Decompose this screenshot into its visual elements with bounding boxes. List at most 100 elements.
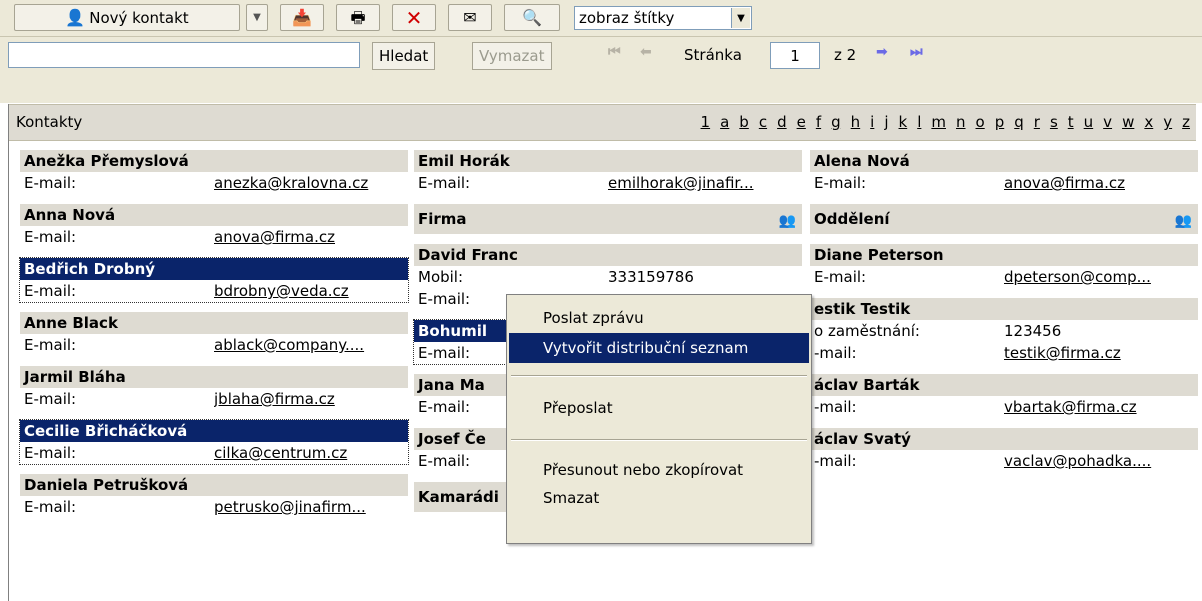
print-icon: 🖶	[350, 7, 366, 27]
contact-name[interactable]: estik Testik	[810, 298, 1198, 320]
letter-link[interactable]: j	[884, 113, 888, 131]
delete-button[interactable]: ✕	[392, 4, 436, 31]
letter-link[interactable]: v	[1103, 113, 1112, 131]
contact-card[interactable]: Daniela Petrušková E-mail: petrusko@jinaf…	[20, 474, 408, 518]
contact-name[interactable]: Alena Nová	[810, 150, 1198, 172]
contact-card[interactable]: estik Testik o zaměstnání: 123456 -mail: t…	[810, 298, 1198, 364]
letter-link[interactable]: b	[739, 113, 749, 131]
letter-link[interactable]: x	[1144, 113, 1153, 131]
group-header[interactable]: Oddělení 👥	[810, 204, 1198, 234]
labels-select[interactable]: zobraz štítky ▼	[574, 6, 752, 30]
letter-link[interactable]: m	[931, 113, 946, 131]
field-label: E-mail:	[814, 174, 867, 192]
new-contact-button[interactable]: 👤 Nový kontakt	[14, 4, 240, 31]
letter-link[interactable]: r	[1034, 113, 1040, 131]
email-link[interactable]: bdrobny@veda.cz	[214, 280, 408, 302]
email-link[interactable]: anova@firma.cz	[1004, 172, 1198, 194]
email-link[interactable]: vbartak@firma.cz	[1004, 396, 1198, 418]
email-link[interactable]: jblaha@firma.cz	[214, 388, 408, 410]
clear-button[interactable]: Vymazat	[472, 42, 552, 70]
last-page-icon[interactable]: ⏭	[910, 44, 923, 60]
contact-name[interactable]: áclav Svatý	[810, 428, 1198, 450]
field-label: o zaměstnání:	[814, 322, 920, 340]
contact-name[interactable]: David Franc	[414, 244, 802, 266]
letter-link[interactable]: u	[1084, 113, 1094, 131]
menu-item-move-or-copy[interactable]: Přesunout nebo zkopírovat	[509, 455, 809, 485]
contact-name[interactable]: Bedřich Drobný	[20, 258, 408, 280]
contact-name[interactable]: Jarmil Bláha	[20, 366, 408, 388]
contact-name[interactable]: Cecilie Břicháčková	[20, 420, 408, 442]
contact-name[interactable]: Daniela Petrušková	[20, 474, 408, 496]
letter-link[interactable]: s	[1050, 113, 1058, 131]
contact-card[interactable]: Anežka Přemyslová E-mail: anezka@kralovna…	[20, 150, 408, 194]
field-label: E-mail:	[418, 174, 471, 192]
contact-card-selected[interactable]: Cecilie Břicháčková E-mail: cilka@centrum…	[19, 419, 409, 465]
contacts-header: Kontakty 1 a b c d e f g h i j k l m n o…	[8, 104, 1196, 141]
menu-item-send-message[interactable]: Poslat zprávu	[509, 303, 809, 333]
letter-link[interactable]: c	[759, 113, 767, 131]
contact-card[interactable]: Alena Nová E-mail: anova@firma.cz	[810, 150, 1198, 194]
letter-link[interactable]: o	[976, 113, 985, 131]
letter-link[interactable]: w	[1122, 113, 1134, 131]
contact-card[interactable]: Anne Black E-mail: ablack@company....	[20, 312, 408, 356]
letter-link[interactable]: y	[1163, 113, 1172, 131]
page-number-input[interactable]	[770, 42, 820, 69]
menu-item-create-distribution-list[interactable]: Vytvořit distribuční seznam	[509, 333, 809, 363]
letter-link[interactable]: 1	[701, 113, 711, 131]
email-link[interactable]: anova@firma.cz	[214, 226, 408, 248]
next-page-icon[interactable]: ➡	[876, 44, 888, 60]
letter-link[interactable]: k	[899, 113, 908, 131]
contact-card[interactable]: Diane Peterson E-mail: dpeterson@comp...	[810, 244, 1198, 288]
previous-page-icon[interactable]: ⬅	[640, 44, 652, 60]
new-contact-dropdown[interactable]: ▼	[246, 4, 268, 31]
search-input[interactable]	[8, 42, 360, 68]
first-page-icon[interactable]: ⏮	[608, 44, 621, 60]
contact-name[interactable]: Diane Peterson	[810, 244, 1198, 266]
contact-name[interactable]: Anna Nová	[20, 204, 408, 226]
group-header[interactable]: Firma 👥	[414, 204, 802, 234]
letter-link[interactable]: t	[1068, 113, 1074, 131]
letter-link[interactable]: q	[1014, 113, 1024, 131]
letter-link[interactable]: h	[851, 113, 861, 131]
letter-link[interactable]: n	[956, 113, 966, 131]
contact-name[interactable]: áclav Barták	[810, 374, 1198, 396]
letter-link[interactable]: e	[797, 113, 806, 131]
letter-link[interactable]: i	[870, 113, 874, 131]
letter-link[interactable]: l	[917, 113, 921, 131]
letter-link[interactable]: a	[720, 113, 729, 131]
contact-card[interactable]: áclav Svatý -mail: vaclav@pohadka....	[810, 428, 1198, 472]
print-button[interactable]: 🖶	[336, 4, 380, 31]
field-label: -mail:	[814, 344, 857, 362]
letter-link[interactable]: z	[1182, 113, 1190, 131]
import-button[interactable]: 📥	[280, 4, 324, 31]
search-button[interactable]: Hledat	[372, 42, 436, 70]
email-link[interactable]: anezka@kralovna.cz	[214, 172, 408, 194]
email-link[interactable]: vaclav@pohadka....	[1004, 450, 1198, 472]
menu-item-forward[interactable]: Přeposlat	[509, 393, 809, 423]
email-link[interactable]: ablack@company....	[214, 334, 408, 356]
letter-link[interactable]: p	[995, 113, 1005, 131]
email-link[interactable]: emilhorak@jinafir...	[608, 172, 802, 194]
contact-group-icon[interactable]: 👥	[1175, 206, 1192, 236]
contact-card-selected[interactable]: Bedřich Drobný E-mail: bdrobny@veda.cz	[19, 257, 409, 303]
contact-name[interactable]: Emil Horák	[414, 150, 802, 172]
contact-name[interactable]: Anežka Přemyslová	[20, 150, 408, 172]
menu-item-delete[interactable]: Smazat	[509, 483, 809, 513]
email-link[interactable]: cilka@centrum.cz	[214, 442, 408, 464]
email-link[interactable]: dpeterson@comp...	[1004, 266, 1198, 288]
email-button[interactable]: ✉	[448, 4, 492, 31]
find-button[interactable]: 🔍	[504, 4, 560, 31]
contact-group-icon[interactable]: 👥	[779, 206, 796, 236]
contact-card[interactable]: Emil Horák E-mail: emilhorak@jinafir...	[414, 150, 802, 194]
contact-card[interactable]: Jarmil Bláha E-mail: jblaha@firma.cz	[20, 366, 408, 410]
field-label: E-mail:	[24, 282, 77, 300]
contact-card[interactable]: Anna Nová E-mail: anova@firma.cz	[20, 204, 408, 248]
contact-name[interactable]: Anne Black	[20, 312, 408, 334]
email-link[interactable]: testik@firma.cz	[1004, 342, 1198, 364]
email-link[interactable]: petrusko@jinafirm...	[214, 496, 408, 518]
letter-link[interactable]: d	[777, 113, 787, 131]
letter-link[interactable]: f	[816, 113, 821, 131]
envelope-icon: ✉	[463, 7, 477, 27]
letter-link[interactable]: g	[831, 113, 841, 131]
contact-card[interactable]: áclav Barták -mail: vbartak@firma.cz	[810, 374, 1198, 418]
